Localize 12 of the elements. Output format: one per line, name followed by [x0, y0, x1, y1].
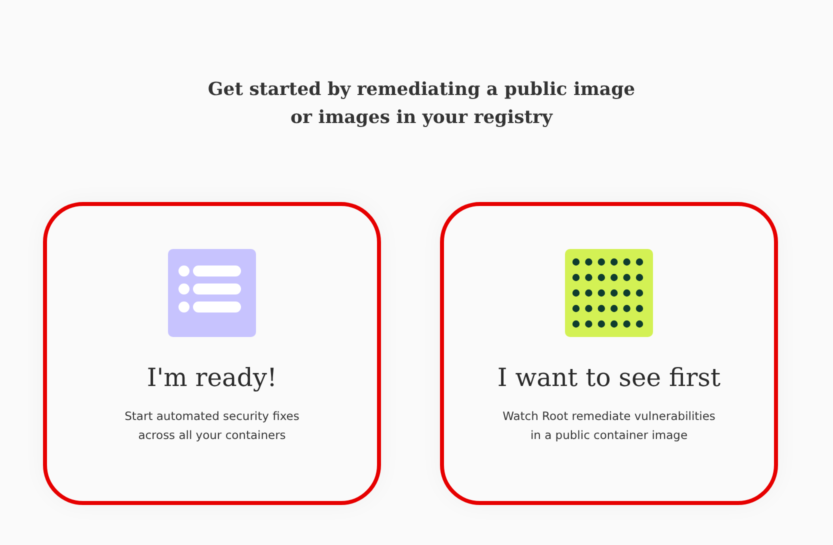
card-description: Watch Root remediate vulnerabilities	[502, 408, 716, 425]
card-description: Start automated security fixes	[124, 408, 300, 425]
option-card[interactable]: I'm ready! Start automated security fixes across all your containers	[43, 202, 381, 505]
card-description: in a public container image	[530, 427, 688, 444]
list-icon	[168, 249, 256, 337]
card-description: across all your containers	[138, 427, 286, 444]
heading-line: Get started by remediating a public image	[208, 78, 636, 102]
card-title: I'm ready!	[146, 362, 278, 394]
option-card[interactable]: I want to see first Watch Root remediate vulnerabilities in a public container image	[440, 202, 778, 505]
dot-grid-icon	[565, 249, 653, 337]
card-title: I want to see first	[497, 362, 721, 394]
heading-line: or images in your registry	[290, 106, 552, 130]
